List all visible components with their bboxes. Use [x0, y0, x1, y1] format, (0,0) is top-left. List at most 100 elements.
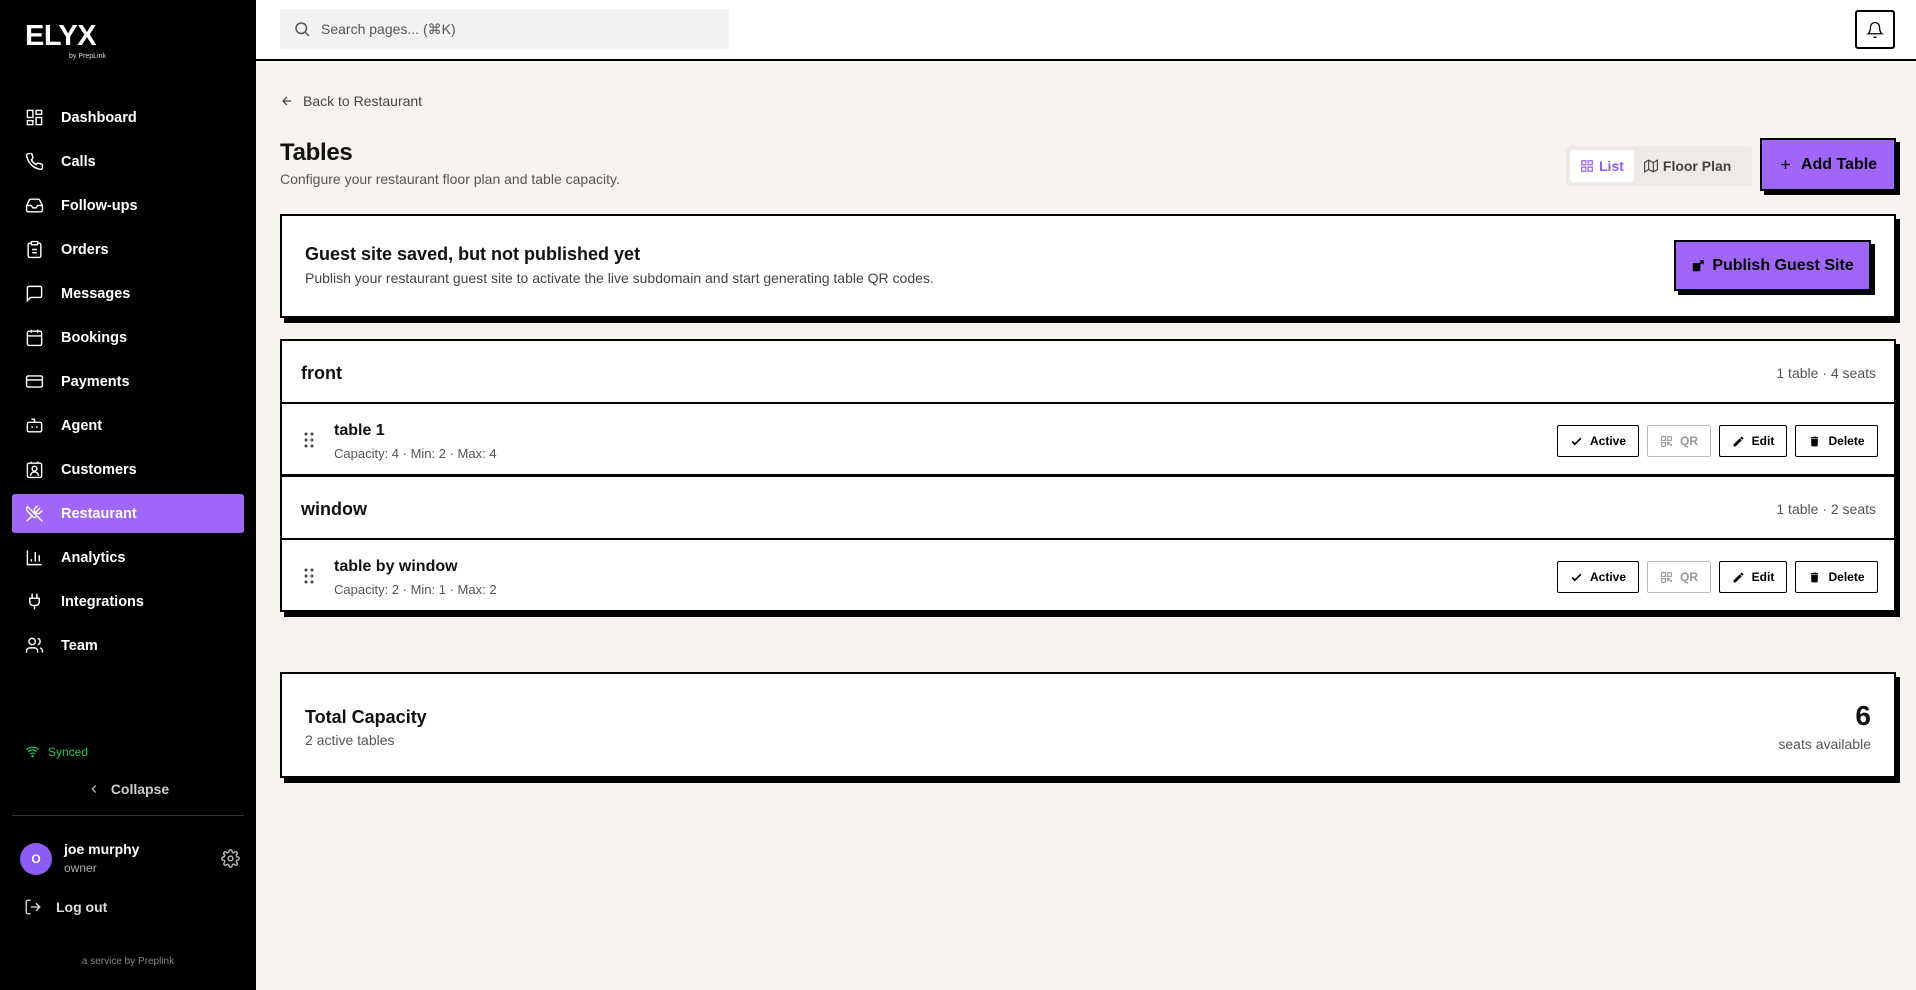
- collapse-button[interactable]: Collapse: [12, 776, 244, 802]
- sidebar-item-restaurant[interactable]: Restaurant: [12, 494, 244, 533]
- logo[interactable]: ELYX by PrepLink: [25, 22, 106, 61]
- sidebar-item-label: Follow-ups: [61, 197, 138, 214]
- table-row: table by window Capacity: 2 · Min: 1 · M…: [282, 540, 1894, 612]
- sidebar-item-label: Messages: [61, 285, 131, 302]
- publish-guest-site-button[interactable]: Publish Guest Site: [1674, 240, 1871, 291]
- credit-card-icon: [25, 375, 44, 388]
- sidebar-item-label: Analytics: [61, 549, 126, 566]
- logout-button[interactable]: Log out: [24, 898, 107, 916]
- sidebar-item-agent[interactable]: Agent: [12, 406, 244, 445]
- sidebar-item-orders[interactable]: Orders: [12, 230, 244, 269]
- section-header: window 1 table · 2 seats: [282, 477, 1894, 540]
- delete-label: Delete: [1828, 434, 1865, 448]
- section-header: front 1 table · 4 seats: [282, 341, 1894, 404]
- notifications-button[interactable]: [1855, 10, 1895, 49]
- sidebar-item-label: Integrations: [61, 593, 144, 610]
- main-content: Back to Restaurant Tables Configure your…: [256, 61, 1916, 990]
- sidebar-item-follow-ups[interactable]: Follow-ups: [12, 186, 244, 225]
- sidebar-item-label: Orders: [61, 241, 109, 258]
- delete-button[interactable]: Delete: [1795, 425, 1878, 457]
- user-profile[interactable]: O joe murphy owner: [20, 840, 240, 880]
- search-input[interactable]: [321, 21, 701, 37]
- edit-label: Edit: [1751, 570, 1775, 584]
- edit-button[interactable]: Edit: [1719, 425, 1787, 457]
- sidebar-item-label: Payments: [61, 373, 130, 390]
- view-list-button[interactable]: List: [1570, 150, 1634, 182]
- table-capacity: Capacity: 4 · Min: 2 · Max: 4: [334, 446, 497, 461]
- active-label: Active: [1589, 434, 1627, 448]
- contact-icon: [26, 461, 43, 479]
- edit-button[interactable]: Edit: [1719, 561, 1787, 593]
- pencil-icon: [1733, 436, 1744, 446]
- utensils-icon: [25, 505, 43, 522]
- bot-icon: [26, 418, 43, 433]
- avatar: O: [20, 843, 52, 875]
- section-meta: 1 table · 4 seats: [1776, 365, 1876, 381]
- qr-code-icon: [1661, 435, 1672, 447]
- search-bar[interactable]: [280, 9, 729, 49]
- sidebar-item-analytics[interactable]: Analytics: [12, 538, 244, 577]
- delete-button[interactable]: Delete: [1795, 561, 1878, 593]
- check-icon: [1571, 573, 1582, 581]
- logo-tagline: by PrepLink: [69, 53, 106, 60]
- sidebar-item-label: Team: [61, 637, 98, 654]
- view-list-label: List: [1599, 158, 1624, 174]
- drag-handle-icon[interactable]: [304, 432, 314, 448]
- user-role: owner: [64, 861, 97, 875]
- sidebar-item-integrations[interactable]: Integrations: [12, 582, 244, 621]
- pencil-icon: [1733, 572, 1744, 582]
- sidebar-item-label: Dashboard: [61, 109, 137, 126]
- sidebar-item-payments[interactable]: Payments: [12, 362, 244, 401]
- add-table-button[interactable]: Add Table: [1760, 138, 1896, 191]
- table-row: table 1 Capacity: 4 · Min: 2 · Max: 4 Ac…: [282, 404, 1894, 476]
- qr-button[interactable]: QR: [1647, 561, 1711, 593]
- view-toggle: List Floor Plan: [1566, 146, 1752, 186]
- drag-handle-icon[interactable]: [304, 568, 314, 584]
- users-icon: [25, 637, 44, 653]
- gear-icon[interactable]: [221, 849, 240, 868]
- back-link-label: Back to Restaurant: [303, 93, 423, 109]
- sidebar-item-bookings[interactable]: Bookings: [12, 318, 244, 357]
- table-name: table 1: [334, 422, 385, 439]
- bell-icon: [1866, 21, 1884, 38]
- sidebar-divider: [12, 815, 244, 816]
- grid-icon: [1581, 160, 1593, 172]
- user-name: joe murphy: [64, 841, 140, 857]
- total-capacity-title: Total Capacity: [305, 707, 427, 727]
- back-link[interactable]: Back to Restaurant: [280, 93, 422, 109]
- page-title: Tables: [280, 139, 353, 166]
- sidebar-item-team[interactable]: Team: [12, 626, 244, 665]
- collapse-label: Collapse: [110, 781, 170, 797]
- publish-label: Publish Guest Site: [1712, 256, 1854, 274]
- view-floor-plan-button[interactable]: Floor Plan: [1634, 150, 1741, 182]
- active-toggle-button[interactable]: Active: [1557, 561, 1639, 593]
- sync-status: Synced: [25, 744, 88, 759]
- logout-icon: [25, 899, 41, 915]
- sidebar-item-label: Calls: [61, 153, 96, 170]
- sidebar-item-label: Bookings: [61, 329, 128, 346]
- qr-code-icon: [1661, 571, 1672, 583]
- notice-title: Guest site saved, but not published yet: [305, 244, 641, 264]
- bar-chart-icon: [26, 550, 42, 566]
- notice-text: Publish your restaurant guest site to ac…: [305, 270, 934, 286]
- external-publish-icon: [1693, 259, 1705, 271]
- add-table-label: Add Table: [1800, 155, 1878, 173]
- clipboard-icon: [27, 240, 42, 259]
- total-seats-value: 6: [1855, 700, 1871, 731]
- sidebar-item-messages[interactable]: Messages: [12, 274, 244, 313]
- qr-label: QR: [1680, 570, 1698, 584]
- map-icon: [1643, 159, 1658, 173]
- sidebar-item-label: Agent: [61, 417, 103, 434]
- total-capacity-card: Total Capacity 2 active tables 6 seats a…: [280, 672, 1896, 778]
- topbar: [256, 0, 1916, 61]
- plus-icon: [1781, 160, 1790, 169]
- wifi-icon: [25, 746, 40, 758]
- sidebar-item-customers[interactable]: Customers: [12, 450, 244, 489]
- active-toggle-button[interactable]: Active: [1557, 425, 1639, 457]
- dashboard-icon: [26, 109, 43, 126]
- section-name: front: [301, 363, 342, 383]
- qr-button[interactable]: QR: [1647, 425, 1711, 457]
- sidebar-item-calls[interactable]: Calls: [12, 142, 244, 181]
- active-tables-count: 2 active tables: [305, 732, 395, 748]
- sidebar-item-dashboard[interactable]: Dashboard: [12, 98, 244, 137]
